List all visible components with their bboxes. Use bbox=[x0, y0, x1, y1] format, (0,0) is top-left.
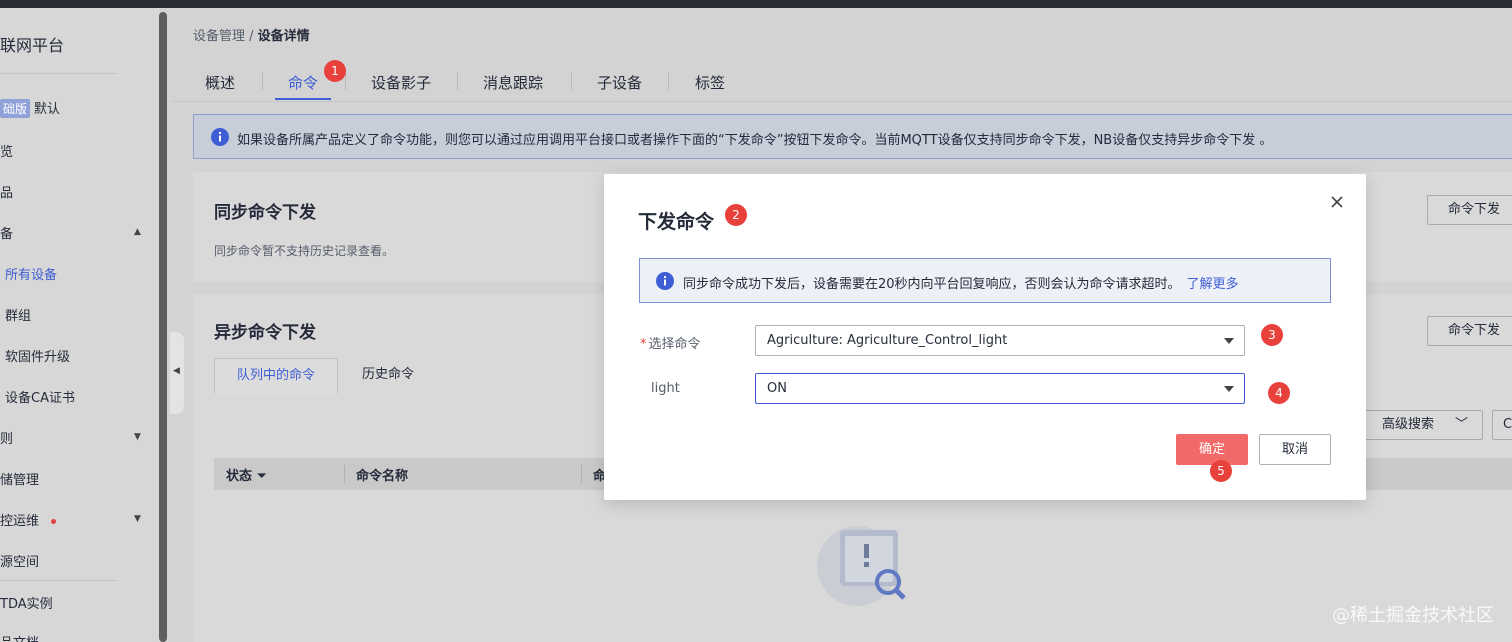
subtab-history-commands[interactable]: 历史命令 bbox=[338, 358, 438, 394]
sidebar-item-docs[interactable]: 品文档 bbox=[0, 632, 39, 642]
sidebar-divider bbox=[0, 580, 118, 581]
column-separator bbox=[344, 465, 345, 483]
light-value: ON bbox=[767, 381, 787, 396]
learn-more-link[interactable]: 了解更多 bbox=[1187, 277, 1239, 292]
ops-label: 控运维 bbox=[0, 514, 40, 529]
chevron-down-icon: ▼ bbox=[134, 514, 141, 524]
send-command-dialog: 下发命令 2 同步命令成功下发后，设备需要在20秒内向平台回复响应，否则会认为命… bbox=[604, 174, 1366, 500]
select-command-label: * 选择命令 bbox=[640, 333, 701, 352]
chevron-left-icon: ◀ bbox=[173, 366, 180, 376]
dialog-title: 下发命令 bbox=[638, 211, 715, 233]
chevron-up-icon: ▲ bbox=[134, 227, 141, 237]
advanced-search-button[interactable]: 高级搜索 ﹀ bbox=[1363, 410, 1483, 440]
advanced-search-label: 高级搜索 bbox=[1382, 417, 1435, 432]
sidebar-instance[interactable]: 础版 默认 bbox=[0, 98, 60, 118]
sync-send-command-button[interactable]: 命令下发 bbox=[1427, 195, 1512, 225]
sidebar-item-groups[interactable]: 群组 bbox=[5, 305, 31, 324]
caret-down-icon bbox=[1224, 386, 1234, 392]
tabs-divider bbox=[172, 101, 1512, 102]
refresh-icon: C bbox=[1503, 417, 1512, 432]
tab-separator bbox=[571, 72, 572, 90]
select-command-label-text: 选择命令 bbox=[648, 337, 701, 352]
sidebar-item-ops[interactable]: 控运维 bbox=[0, 510, 57, 529]
step-marker-2: 2 bbox=[725, 204, 747, 226]
dialog-info-message: 同步命令成功下发后，设备需要在20秒内向平台回复响应，否则会认为命令请求超时。 bbox=[683, 277, 1181, 292]
edition-badge: 础版 bbox=[0, 99, 31, 118]
sidebar-scrollbar[interactable] bbox=[159, 12, 167, 642]
tab-overview[interactable]: 概述 bbox=[205, 72, 235, 93]
sidebar-item-resource-space[interactable]: 源空间 bbox=[0, 551, 39, 570]
chevron-down-icon: ▼ bbox=[134, 432, 141, 442]
tab-message-trace[interactable]: 消息跟踪 bbox=[483, 72, 543, 93]
info-banner: 如果设备所属产品定义了命令功能，则您可以通过应用调用平台接口或者操作下面的“下发… bbox=[193, 114, 1512, 159]
async-send-command-button[interactable]: 命令下发 bbox=[1427, 316, 1512, 346]
sidebar-divider bbox=[0, 73, 118, 74]
filter-icon[interactable]: ⏷ bbox=[257, 469, 267, 484]
new-dot-icon bbox=[51, 519, 57, 524]
sidebar-item-firmware[interactable]: 软固件升级 bbox=[5, 346, 70, 365]
step-marker-5: 5 bbox=[1210, 460, 1232, 482]
sidebar-collapse-button[interactable]: ◀ bbox=[170, 332, 184, 414]
dialog-info-banner: 同步命令成功下发后，设备需要在20秒内向平台回复响应，否则会认为命令请求超时。了… bbox=[639, 258, 1331, 303]
async-card-title: 异步命令下发 bbox=[214, 323, 316, 343]
column-status-label: 状态 bbox=[226, 469, 253, 484]
cancel-button[interactable]: 取消 bbox=[1259, 434, 1331, 465]
sidebar-item-overview[interactable]: 览 bbox=[0, 141, 13, 160]
sidebar-item-ioTDA[interactable]: TDA实例 bbox=[0, 593, 53, 612]
breadcrumb-current: 设备详情 bbox=[257, 29, 310, 44]
watermark: @稀土掘金技术社区 bbox=[1332, 605, 1494, 626]
step-marker-1: 1 bbox=[324, 60, 346, 82]
sync-card-title: 同步命令下发 bbox=[214, 203, 316, 223]
empty-data-icon bbox=[817, 526, 906, 606]
sidebar-item-products[interactable]: 品 bbox=[0, 182, 13, 201]
tab-shadow[interactable]: 设备影子 bbox=[371, 72, 431, 93]
tab-separator bbox=[262, 72, 263, 90]
column-separator bbox=[581, 465, 582, 483]
tab-separator bbox=[457, 72, 458, 90]
sidebar-item-rules[interactable]: 则 bbox=[0, 428, 13, 447]
column-command-name: 命令名称 bbox=[356, 469, 409, 484]
column-status[interactable]: 状态 ⏷ bbox=[226, 465, 267, 484]
confirm-button[interactable]: 确定 bbox=[1176, 434, 1248, 465]
tab-child-devices[interactable]: 子设备 bbox=[597, 72, 642, 93]
info-icon bbox=[211, 128, 229, 146]
subtab-queued-commands[interactable]: 队列中的命令 bbox=[214, 358, 338, 394]
sidebar-item-all-devices[interactable]: 所有设备 bbox=[5, 264, 57, 283]
breadcrumb-parent[interactable]: 设备管理 / bbox=[193, 29, 258, 44]
refresh-button[interactable]: C bbox=[1492, 410, 1512, 440]
step-marker-3: 3 bbox=[1261, 324, 1283, 346]
info-icon bbox=[656, 272, 674, 290]
sidebar-item-ca-cert[interactable]: 设备CA证书 bbox=[5, 387, 75, 406]
sidebar: 联网平台 础版 默认 览 品 备 ▲ 所有设备 群组 软固件升级 设备CA证书 则… bbox=[0, 8, 160, 642]
breadcrumb: 设备管理 / 设备详情 bbox=[193, 25, 310, 44]
sidebar-item-devices[interactable]: 备 bbox=[0, 223, 13, 242]
select-command-value: Agriculture: Agriculture_Control_light bbox=[767, 333, 1008, 348]
tab-separator bbox=[668, 72, 669, 90]
active-tab-indicator bbox=[275, 98, 331, 100]
required-mark: * bbox=[640, 337, 647, 352]
caret-down-icon bbox=[1224, 338, 1234, 344]
top-bar bbox=[0, 0, 1512, 8]
dialog-info-text: 同步命令成功下发后，设备需要在20秒内向平台回复响应，否则会认为命令请求超时。了… bbox=[683, 273, 1239, 292]
light-label: light bbox=[651, 381, 680, 396]
close-icon[interactable] bbox=[1328, 193, 1346, 211]
tab-commands[interactable]: 命令 bbox=[288, 72, 318, 93]
sidebar-item-storage[interactable]: 储管理 bbox=[0, 469, 39, 488]
select-command-dropdown[interactable]: Agriculture: Agriculture_Control_light bbox=[755, 325, 1245, 356]
step-marker-4: 4 bbox=[1268, 382, 1290, 404]
sidebar-title: 联网平台 bbox=[0, 36, 65, 55]
instance-label: 默认 bbox=[34, 102, 61, 117]
sync-card-subtitle: 同步命令暂不支持历史记录查看。 bbox=[214, 244, 395, 258]
light-value-dropdown[interactable]: ON bbox=[755, 373, 1245, 404]
tab-tags[interactable]: 标签 bbox=[695, 72, 725, 93]
info-banner-text: 如果设备所属产品定义了命令功能，则您可以通过应用调用平台接口或者操作下面的“下发… bbox=[237, 133, 1273, 148]
chevron-down-icon: ﹀ bbox=[1454, 417, 1468, 432]
